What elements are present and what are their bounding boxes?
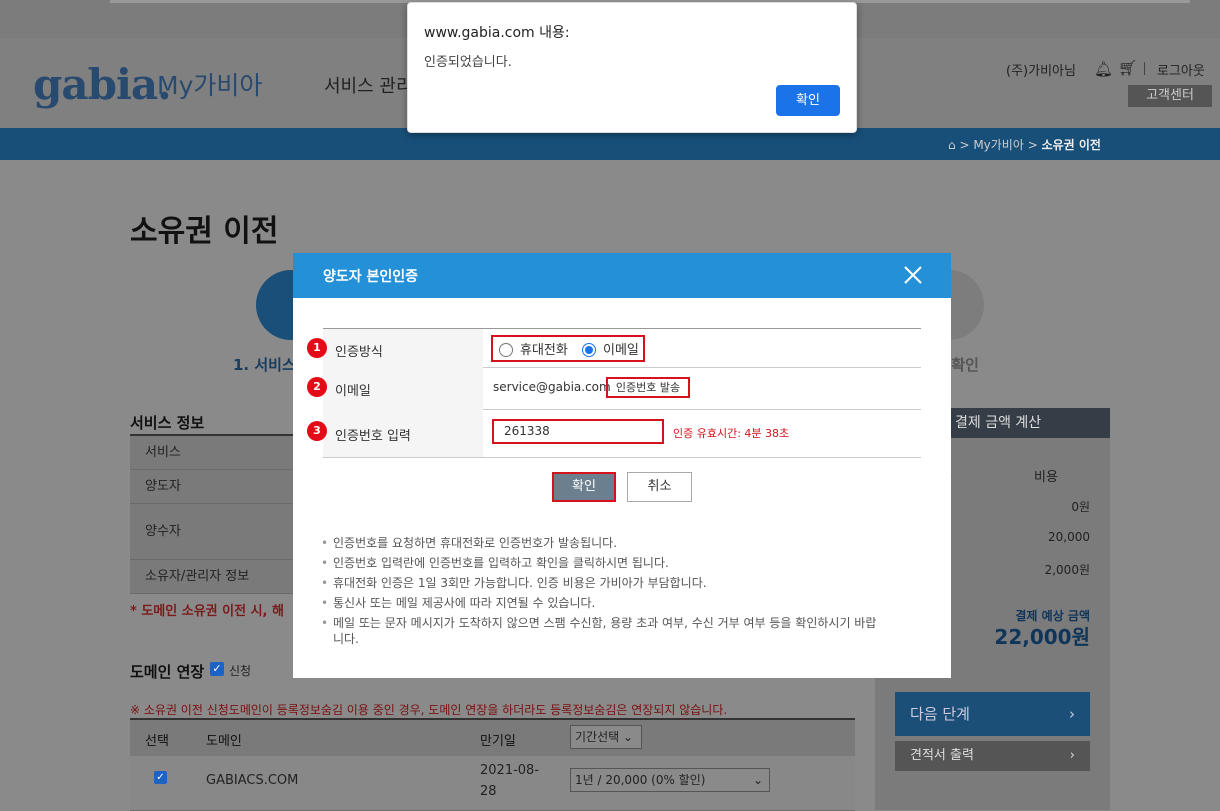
logout-link[interactable]: 로그아웃: [1157, 60, 1205, 79]
auth-form: 1 인증방식 휴대전화 이메일 2 이메일 service@gabia.com …: [307, 328, 921, 458]
radio-phone[interactable]: [499, 343, 513, 357]
next-step-label: 다음 단계: [910, 705, 970, 723]
code-label: 3 인증번호 입력: [307, 409, 483, 457]
auth-modal: 양도자 본인인증 1 인증방식 휴대전화 이메일 2 이메일 service@g…: [293, 253, 951, 678]
step-1-label: 1. 서비스: [233, 356, 296, 374]
chevron-down-icon: ⌄: [752, 773, 763, 787]
user-name: (주)가비아님: [1006, 64, 1076, 79]
my-gabia-title[interactable]: My가비아: [157, 66, 262, 102]
service-menu[interactable]: 서비스 관리: [324, 72, 413, 98]
period-select[interactable]: 기간선택 ⌄: [570, 725, 642, 749]
note-item: 휴대전화 인증은 1일 3회만 가능합니다. 인증 비용은 가비아가 부담합니다…: [321, 575, 881, 591]
chevron-right-icon: ›: [1069, 748, 1075, 763]
domain-checkbox[interactable]: ✓: [154, 771, 167, 784]
breadcrumb: ⌂ > My가비아 > 소유권 이전: [948, 138, 1101, 152]
email-value: service@gabia.com: [493, 380, 611, 394]
note-item: 인증번호를 요청하면 휴대전화로 인증번호가 발송됩니다.: [321, 535, 881, 551]
auth-method-label: 1 인증방식: [307, 329, 483, 367]
expiry-date-line1: 2021-08-: [480, 763, 540, 778]
auth-method-text: 인증방식: [335, 345, 383, 360]
note-item: 인증번호 입력란에 인증번호를 입력하고 확인을 클릭하시면 됩니다.: [321, 555, 881, 571]
page-title: 소유권 이전: [130, 214, 279, 249]
renew-warning: ※ 소유권 이전 신청도메인이 등록정보숨김 이용 중인 경우, 도메인 연장을…: [130, 703, 728, 717]
step-badge-2: 2: [307, 377, 327, 397]
send-code-button[interactable]: 인증번호 발송: [606, 377, 690, 398]
alert-title: www.gabia.com 내용:: [424, 25, 570, 41]
renew-checkbox[interactable]: ✓: [210, 662, 224, 676]
modal-title: 양도자 본인인증: [323, 269, 419, 285]
chevron-down-icon: ⌄: [623, 730, 634, 744]
period-option-select[interactable]: 1년 / 20,000 (0% 할인) ⌄: [570, 768, 770, 792]
radio-email-label[interactable]: 이메일: [603, 339, 639, 358]
service-info-row: 양도자: [130, 470, 294, 504]
service-info-title: 서비스 정보: [130, 414, 205, 432]
alert-ok-button[interactable]: 확인: [776, 85, 840, 116]
domain-renew-title: 도메인 연장: [130, 663, 205, 681]
period-option-label: 1년 / 20,000 (0% 할인): [575, 773, 706, 787]
header-divider: [1144, 62, 1145, 75]
chevron-right-icon: ›: [1069, 705, 1075, 723]
col-domain: 도메인: [206, 734, 242, 749]
home-icon[interactable]: ⌂: [948, 138, 956, 152]
auth-notes: 인증번호를 요청하면 휴대전화로 인증번호가 발송됩니다. 인증번호 입력란에 …: [321, 535, 881, 651]
breadcrumb-mygabia[interactable]: My가비아: [973, 138, 1024, 152]
gabia-logo[interactable]: gabia.: [33, 60, 172, 109]
print-quote-label: 견적서 출력: [910, 748, 974, 763]
service-info-row: 서비스: [130, 436, 294, 470]
note-item: 메일 또는 문자 메시지가 도착하지 않으면 스팸 수신함, 용량 초과 여부,…: [321, 615, 881, 647]
service-info-row: 소유자/관리자 정보: [130, 560, 294, 594]
email-label-text: 이메일: [335, 384, 371, 399]
expiry-date-line2: 28: [480, 784, 497, 799]
col-select: 선택: [145, 734, 169, 749]
domain-table-header: 선택 도메인 만기일 기간선택 ⌄: [130, 718, 855, 756]
print-quote-button[interactable]: 견적서 출력 ›: [895, 741, 1090, 771]
summary-cost: 0원: [1071, 500, 1090, 514]
code-input[interactable]: 261338: [492, 419, 664, 444]
service-info-row: 양수자: [130, 504, 294, 560]
email-label: 2 이메일: [307, 367, 483, 409]
step-badge-3: 3: [307, 421, 327, 441]
renew-apply-label: 신청: [229, 664, 252, 678]
ownership-notice: * 도메인 소유권 이전 시, 해: [130, 604, 284, 619]
alert-message: 인증되었습니다.: [424, 55, 512, 70]
period-select-label: 기간선택: [575, 730, 620, 744]
auth-method-row: 1 인증방식 휴대전화 이메일: [307, 329, 921, 368]
radio-phone-label[interactable]: 휴대전화: [520, 339, 568, 358]
summary-col-cost: 비용: [1034, 470, 1058, 485]
customer-center-button[interactable]: 고객센터: [1128, 85, 1212, 107]
radio-email[interactable]: [582, 343, 596, 357]
domain-name: GABIACS.COM: [206, 773, 299, 788]
estimate-amount: 22,000원: [994, 625, 1090, 649]
breadcrumb-current: 소유권 이전: [1041, 138, 1101, 152]
note-item: 통신사 또는 메일 제공사에 따라 지연될 수 있습니다.: [321, 595, 881, 611]
step-badge-1: 1: [307, 338, 327, 358]
bell-icon[interactable]: 🔔︎: [1094, 60, 1113, 78]
summary-cost: 2,000원: [1044, 563, 1090, 577]
code-row: 3 인증번호 입력 261338 인증 유효시간: 4분 38초: [307, 409, 921, 458]
browser-alert-dialog: www.gabia.com 내용: 인증되었습니다. 확인: [407, 2, 857, 133]
validity-timer: 인증 유효시간: 4분 38초: [673, 427, 790, 440]
summary-cost: 20,000: [1048, 530, 1090, 544]
next-step-button[interactable]: 다음 단계 ›: [895, 692, 1090, 736]
table-row: ✓ GABIACS.COM 2021-08- 28 1년 / 20,000 (0…: [130, 756, 855, 811]
close-icon[interactable]: [903, 265, 923, 285]
email-row: 2 이메일 service@gabia.com 인증번호 발송: [307, 367, 921, 410]
cancel-button[interactable]: 취소: [627, 472, 692, 502]
confirm-button[interactable]: 확인: [552, 472, 616, 502]
cart-icon[interactable]: 🛒︎: [1118, 59, 1137, 77]
payment-summary-title: 결제 금액 계산: [940, 408, 1110, 438]
col-expiry: 만기일: [480, 734, 516, 749]
code-label-text: 인증번호 입력: [335, 429, 411, 444]
